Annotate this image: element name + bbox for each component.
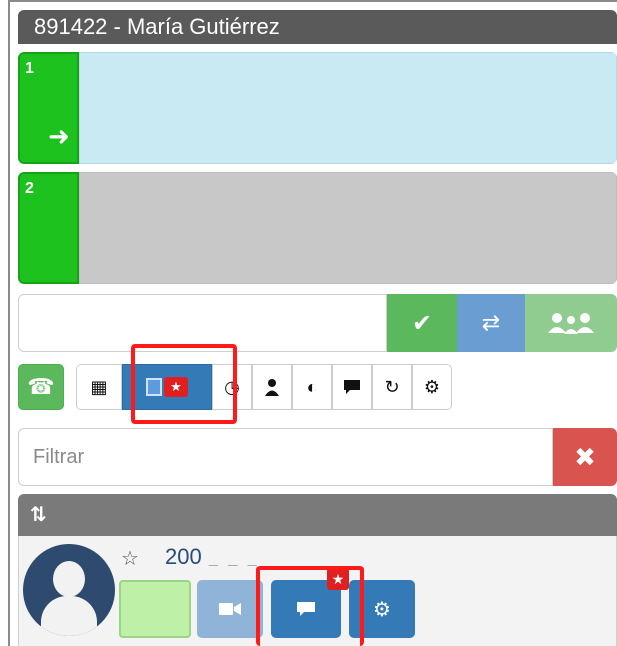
avatar	[23, 544, 115, 636]
check-icon: ✔	[411, 309, 433, 337]
filter-row: ✖	[18, 428, 617, 486]
gear-icon: ⚙	[423, 376, 441, 397]
gear-icon: ⚙	[373, 598, 391, 621]
user-button[interactable]	[252, 364, 292, 410]
settings-button[interactable]: ⚙	[412, 364, 452, 410]
refresh-icon: ↻	[384, 376, 400, 397]
filter-input[interactable]	[18, 428, 553, 486]
video-camera-icon	[219, 603, 241, 615]
refresh-button[interactable]: ↻	[372, 364, 412, 410]
avatar-body	[41, 596, 97, 636]
window-title: 891422 - María Gutiérrez	[18, 10, 617, 44]
clear-filter-button[interactable]: ✖	[553, 428, 617, 486]
chat-button[interactable]	[332, 364, 372, 410]
line-number: 1	[25, 60, 34, 77]
sort-icon[interactable]: ⇅	[30, 504, 47, 526]
call-confirm-button[interactable]: ✔	[387, 294, 457, 352]
highlight-box	[256, 566, 364, 646]
globe-button[interactable]: ◐	[292, 364, 332, 410]
line-1[interactable]: 1 ➜	[18, 52, 617, 164]
arrow-right-icon: ➜	[48, 121, 70, 151]
line-1-indicator[interactable]: 1 ➜	[18, 52, 79, 164]
contact-name-placeholder: _ _ _	[209, 550, 260, 567]
keypad-icon: ▦	[90, 376, 108, 397]
highlight-box	[131, 344, 237, 424]
person-icon	[265, 379, 279, 396]
phone-button[interactable]: ☎	[18, 364, 64, 410]
line-number: 2	[25, 180, 34, 197]
close-icon: ✖	[574, 441, 596, 472]
transfer-icon: ⇄	[481, 310, 501, 335]
dial-row: ✔ ⇄	[18, 294, 617, 352]
line-2-body[interactable]	[79, 172, 617, 284]
line-1-body[interactable]	[79, 52, 617, 164]
contact-extension: 200	[165, 544, 202, 569]
contacts-header: ⇅	[18, 494, 617, 536]
conference-button[interactable]	[525, 294, 617, 352]
conference-icon	[548, 313, 594, 334]
presence-status-box	[119, 580, 191, 638]
line-2[interactable]: 2	[18, 172, 617, 284]
favorite-star-icon[interactable]: ☆	[121, 546, 139, 571]
video-call-button[interactable]	[197, 580, 263, 638]
keypad-button[interactable]: ▦	[76, 364, 122, 410]
transfer-button[interactable]: ⇄	[457, 294, 525, 352]
phone-icon: ☎	[27, 374, 55, 399]
avatar-head	[53, 561, 85, 597]
chat-icon	[344, 380, 360, 394]
line-2-indicator[interactable]: 2	[18, 172, 79, 284]
globe-icon: ◐	[306, 376, 318, 397]
